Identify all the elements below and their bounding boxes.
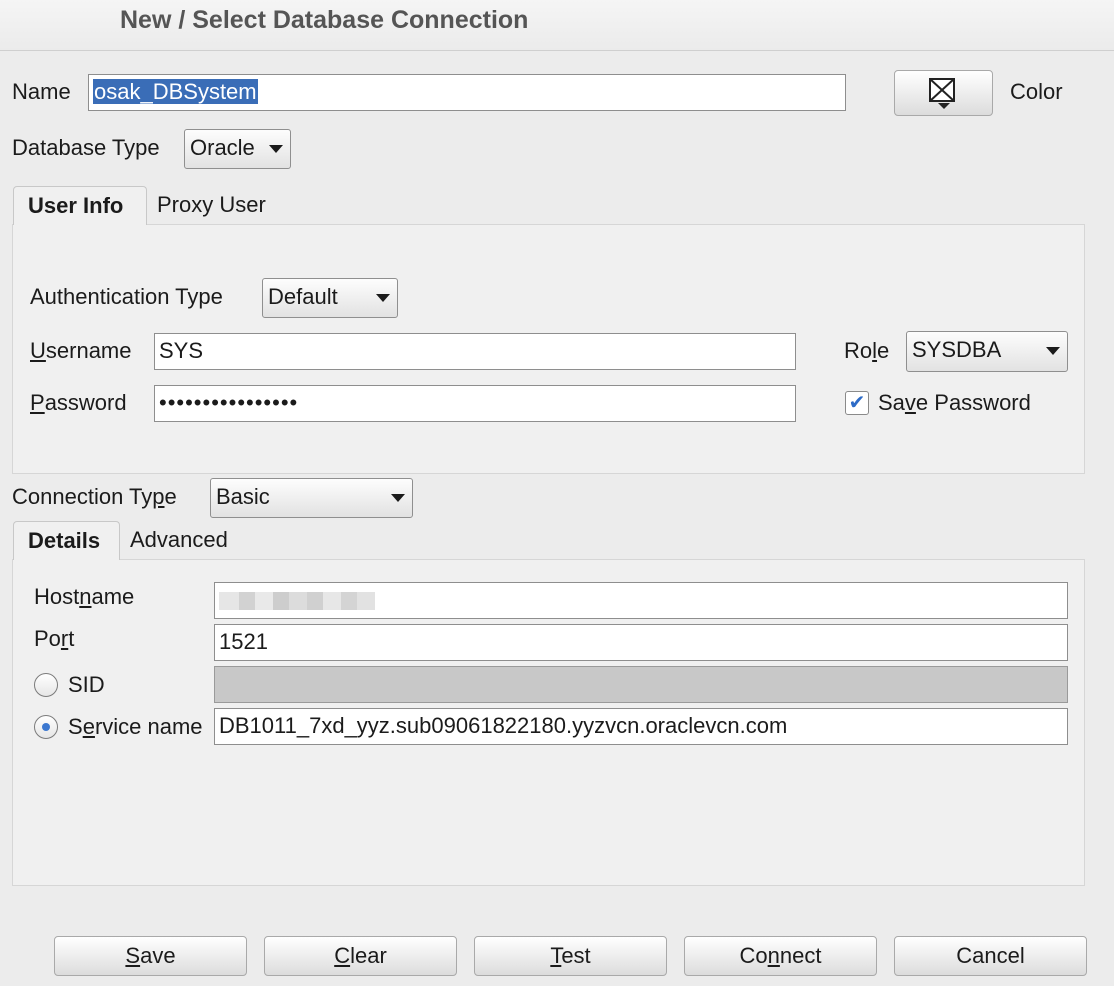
role-value: SYSDBA: [912, 337, 1002, 362]
tab-proxy-user[interactable]: Proxy User: [143, 186, 280, 224]
connection-type-value: Basic: [216, 484, 270, 509]
chevron-down-icon: [269, 145, 283, 153]
connect-button-label-b: nect: [779, 943, 822, 968]
service-name-input[interactable]: DB1011_7xd_yyz.sub09061822180.yyzvcn.ora…: [214, 708, 1068, 745]
color-picker-icon: [929, 78, 955, 109]
color-picker-button[interactable]: [894, 70, 993, 116]
port-label: Port: [34, 626, 75, 651]
name-label: Name: [12, 79, 71, 104]
connect-button[interactable]: Connect: [684, 936, 877, 976]
chevron-down-icon: [376, 294, 390, 302]
radio-selected-dot: [42, 723, 50, 731]
username-label: Username: [30, 338, 132, 363]
save-button-label: ave: [140, 943, 176, 968]
connection-type-dropdown[interactable]: Basic: [210, 478, 413, 518]
save-password-label: Save Password: [878, 390, 1031, 415]
database-type-dropdown[interactable]: Oracle: [184, 129, 291, 169]
hostname-input[interactable]: [214, 582, 1068, 619]
service-name-label: Service name: [68, 714, 203, 739]
role-label: Role: [844, 338, 890, 363]
sid-input: [214, 666, 1068, 703]
authentication-type-value: Default: [268, 284, 338, 309]
authentication-type-dropdown[interactable]: Default: [262, 278, 398, 318]
checkmark-icon: ✔: [848, 392, 866, 414]
password-label: Password: [30, 390, 127, 415]
tab-advanced[interactable]: Advanced: [116, 521, 242, 559]
color-label: Color: [1010, 79, 1063, 104]
save-button-mnemonic: S: [125, 943, 141, 968]
connect-button-mnemonic: n: [767, 943, 780, 968]
save-button[interactable]: Save: [54, 936, 247, 976]
clear-button[interactable]: Clear: [264, 936, 457, 976]
database-type-value: Oracle: [190, 135, 255, 160]
chevron-down-icon: [391, 494, 405, 502]
sid-radio[interactable]: [34, 673, 58, 697]
test-button-label: est: [561, 943, 591, 968]
test-button-mnemonic: T: [550, 943, 562, 968]
clear-button-label: lear: [350, 943, 387, 968]
name-input-value: osak_DBSystem: [93, 79, 258, 104]
cancel-button[interactable]: Cancel: [894, 936, 1087, 976]
test-button[interactable]: Test: [474, 936, 667, 976]
chevron-down-icon: [1046, 347, 1060, 355]
window-title: New / Select Database Connection: [120, 6, 529, 34]
role-dropdown[interactable]: SYSDBA: [906, 331, 1068, 372]
tab-user-info[interactable]: User Info: [13, 186, 147, 225]
hostname-label: Hostname: [34, 584, 135, 609]
clear-button-mnemonic: C: [334, 943, 351, 968]
authentication-type-label: Authentication Type: [30, 284, 223, 309]
name-input[interactable]: osak_DBSystem: [88, 74, 846, 111]
save-password-checkbox[interactable]: ✔: [845, 391, 869, 415]
sid-label: SID: [68, 672, 105, 697]
service-name-radio[interactable]: [34, 715, 58, 739]
connection-type-label: Connection Type: [12, 484, 177, 509]
port-input[interactable]: 1521: [214, 624, 1068, 661]
password-input[interactable]: ••••••••••••••••: [154, 385, 796, 422]
database-type-label: Database Type: [12, 135, 160, 160]
tab-details[interactable]: Details: [13, 521, 120, 560]
redacted-hostname: [219, 592, 375, 610]
username-input[interactable]: SYS: [154, 333, 796, 370]
connect-button-label-a: Co: [739, 943, 768, 968]
